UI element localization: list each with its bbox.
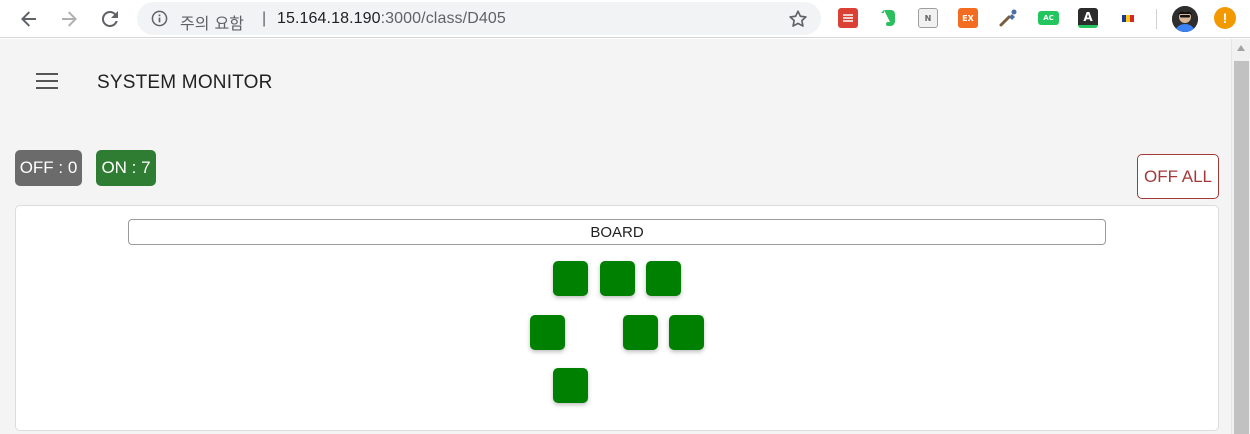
- back-button[interactable]: [15, 5, 43, 33]
- url-host: 15.164.18.190: [277, 10, 381, 27]
- app-page: SYSTEM MONITOR OFF : 0 ON : 7 OFF ALL BO…: [0, 39, 1231, 434]
- reader-extension-icon[interactable]: N: [918, 8, 938, 28]
- seat-3-on[interactable]: [646, 261, 681, 296]
- url-path: :3000/class/D405: [380, 10, 506, 27]
- seat-1-on[interactable]: [553, 261, 588, 296]
- board-label: BOARD: [128, 219, 1106, 245]
- info-icon[interactable]: [151, 10, 168, 27]
- classroom-panel: BOARD: [15, 205, 1219, 431]
- address-bar[interactable]: 주의 요함 | 15.164.18.190:3000/class/D405: [137, 2, 821, 35]
- scrollbar-thumb[interactable]: [1234, 61, 1249, 434]
- vertical-scrollbar[interactable]: [1231, 39, 1250, 434]
- forward-arrow-icon: [62, 11, 77, 27]
- eyedropper-extension-icon[interactable]: [998, 8, 1018, 28]
- seat-6-on[interactable]: [669, 315, 704, 350]
- off-count-badge: OFF : 0: [15, 150, 82, 186]
- reader-extension-label: N: [924, 13, 932, 23]
- forward-button[interactable]: [55, 5, 83, 33]
- ex-extension-label: EX: [962, 13, 974, 23]
- toolbar-divider: [1156, 9, 1157, 29]
- update-alert-icon[interactable]: !: [1214, 7, 1236, 29]
- reload-button[interactable]: [96, 5, 124, 33]
- seat-5-on[interactable]: [623, 315, 658, 350]
- on-count-badge: ON : 7: [96, 150, 156, 186]
- profile-avatar[interactable]: [1172, 6, 1198, 32]
- ex-extension-icon[interactable]: EX: [958, 8, 978, 28]
- browser-toolbar: 주의 요함 | 15.164.18.190:3000/class/D405 N …: [0, 0, 1250, 38]
- evernote-extension-icon[interactable]: [878, 8, 898, 28]
- scroll-up-arrow-icon[interactable]: [1237, 45, 1245, 51]
- ac-extension-icon[interactable]: AC: [1038, 11, 1059, 25]
- off-all-button[interactable]: OFF ALL: [1137, 154, 1219, 199]
- bookmark-star-icon[interactable]: [787, 8, 809, 30]
- page-title: SYSTEM MONITOR: [97, 72, 273, 93]
- url-separator: |: [262, 10, 267, 27]
- seat-4-on[interactable]: [530, 315, 565, 350]
- ac-extension-label: AC: [1043, 14, 1054, 22]
- font-extension-icon[interactable]: A: [1078, 8, 1098, 28]
- hamburger-menu-icon[interactable]: [34, 70, 60, 92]
- url-text[interactable]: 15.164.18.190:3000/class/D405: [277, 10, 506, 28]
- security-warning-label: 주의 요함: [180, 14, 244, 33]
- font-extension-label: A: [1083, 9, 1093, 24]
- back-arrow-icon: [21, 11, 36, 27]
- seat-2-on[interactable]: [600, 261, 635, 296]
- todoist-extension-icon[interactable]: [838, 8, 858, 28]
- reload-icon: [101, 10, 118, 27]
- flag-extension-icon[interactable]: [1118, 8, 1138, 28]
- seat-7-on[interactable]: [553, 368, 588, 403]
